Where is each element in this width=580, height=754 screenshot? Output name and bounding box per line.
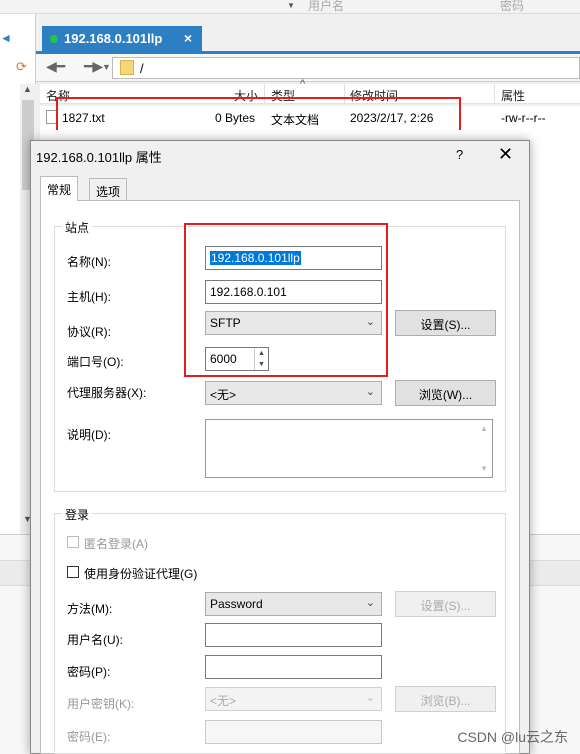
passphrase-field[interactable] [205,720,382,744]
connected-status-icon [50,35,58,43]
anonymous-label: 匿名登录(A) [84,537,148,551]
chevron-down-icon: ⌄ [365,692,375,704]
help-icon[interactable]: ? [456,147,463,162]
userkey-value: <无> [210,694,237,708]
tab-options[interactable]: 选项 [89,178,128,200]
path-text: / [140,61,144,76]
highlight-box-site [184,223,388,377]
dialog-close-icon[interactable]: ✕ [498,144,513,165]
session-tab[interactable]: 192.168.0.101llp × [42,26,202,52]
proxy-value: <无> [210,388,237,402]
description-label: 说明(D): [67,428,111,442]
file-attrs: -rw-r--r-- [501,111,546,125]
username-label: 用户名(U): [67,633,123,647]
password-placeholder[interactable]: 密码 [500,0,524,12]
userkey-label: 用户密钥(K): [67,697,135,711]
column-divider [494,84,495,104]
sort-up-icon: ^ [300,78,306,90]
username-placeholder[interactable]: 用户名 [308,0,344,12]
method-value: Password [210,597,263,611]
password-field[interactable] [205,655,382,679]
agent-checkbox[interactable] [67,566,79,578]
scroll-up-icon[interactable]: ▲ [480,424,488,433]
agent-label: 使用身份验证代理(G) [84,567,198,581]
chevron-down-icon: ⌄ [365,386,375,398]
login-group-title: 登录 [62,506,93,523]
nav-history-icon[interactable]: ▼ [102,62,111,72]
port-label: 端口号(O): [67,355,124,369]
password-label: 密码(P): [67,665,111,679]
username-field[interactable] [205,623,382,647]
passphrase-label: 密码(E): [67,730,111,744]
host-label: 主机(H): [67,290,111,304]
method-select[interactable]: Password ⌄ [205,592,382,616]
anonymous-checkbox[interactable] [67,536,79,548]
top-toolbar: 用户名 密码 ▼ [0,0,580,14]
proxy-select[interactable]: <无> ⌄ [205,381,382,405]
site-group-title: 站点 [62,219,93,236]
userkey-browse-button[interactable]: 浏览(B)... [395,686,496,712]
method-settings-button[interactable]: 设置(S)... [395,591,496,617]
dialog-title: 192.168.0.101llp 属性 [36,150,162,165]
protocol-settings-button[interactable]: 设置(S)... [395,310,496,336]
proxy-label: 代理服务器(X): [67,386,147,400]
scroll-up-icon[interactable]: ▲ [23,84,32,94]
userkey-select[interactable]: <无> ⌄ [205,687,382,711]
path-input[interactable] [112,57,580,79]
method-label: 方法(M): [67,602,113,616]
name-label: 名称(N): [67,255,111,269]
nav-forward-icon[interactable]: ━▶ [84,58,103,75]
chevron-down-icon: ⌄ [365,597,375,609]
tab-title: 192.168.0.101llp [64,31,163,46]
proxy-browse-button[interactable]: 浏览(W)... [395,380,496,406]
highlight-box-file [56,97,461,132]
nav-back-icon[interactable]: ◀━ [46,58,65,75]
col-attrs[interactable]: 属性 [501,87,525,104]
folder-icon [120,60,134,75]
description-field[interactable]: ▲ ▼ [205,419,493,478]
watermark: CSDN @lu云之东 [457,729,568,745]
refresh-icon[interactable]: ⟳ [16,59,27,75]
tab-close-icon[interactable]: × [184,30,192,46]
protocol-label: 协议(R): [67,325,111,339]
tab-general[interactable]: 常规 [40,176,79,201]
dropdown-arrow-icon[interactable]: ▼ [287,0,295,12]
back-icon[interactable]: ◄ [0,31,12,45]
scroll-down-icon[interactable]: ▼ [480,464,488,473]
